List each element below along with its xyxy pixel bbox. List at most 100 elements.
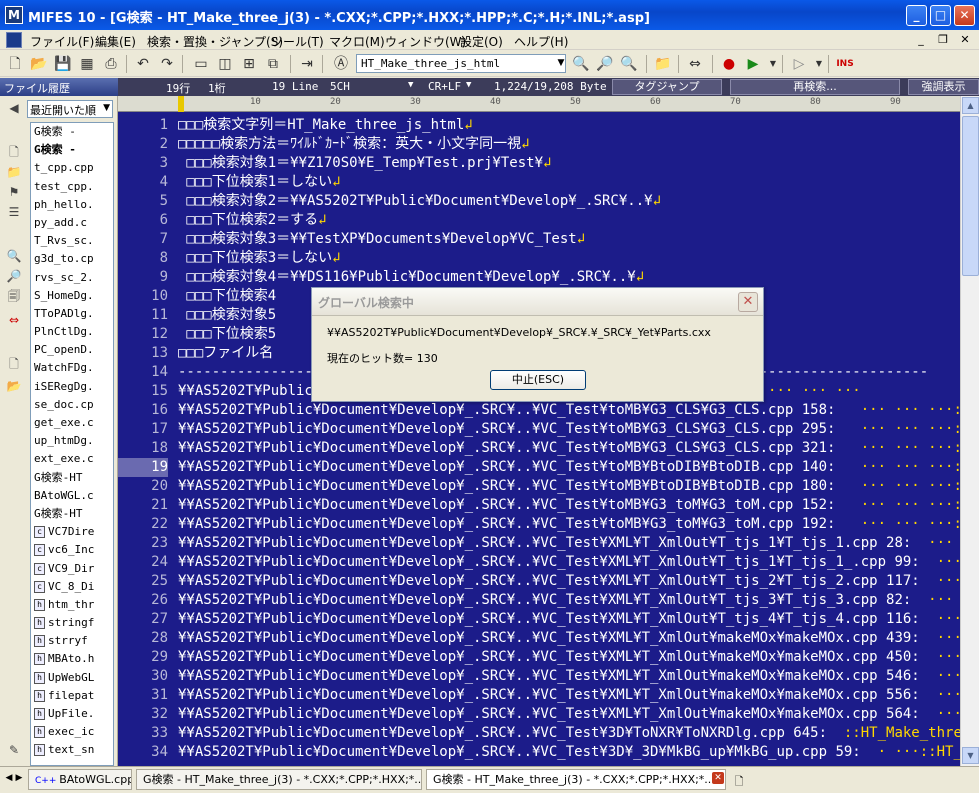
file-history-item[interactable]: get_exe.c (31, 414, 113, 432)
chevron-down-icon[interactable]: ▼ (556, 55, 566, 72)
split-grid-icon[interactable]: ⊞ (240, 55, 258, 73)
compare-icon[interactable]: ⇔ (686, 55, 704, 73)
play-icon[interactable]: ▷ (790, 55, 808, 73)
chevron-down-icon[interactable]: ▼ (466, 80, 471, 90)
research-button[interactable]: 再検索... (730, 79, 900, 95)
compare-icon[interactable]: ⇔ (6, 312, 22, 328)
file-history-item[interactable]: c VC9_Dir (31, 560, 113, 578)
save-all-icon[interactable]: ▦ (78, 55, 96, 73)
chevron-down-icon[interactable]: ▼ (103, 103, 110, 113)
split-vertical-icon[interactable]: ◫ (216, 55, 234, 73)
editor-line[interactable]: ¥¥AS5202T¥Public¥Document¥Develop¥_.SRC¥… (178, 534, 960, 553)
save-icon[interactable]: 💾 (54, 55, 72, 73)
menu-search[interactable]: 検索・置換・ジャンプ(S) (147, 33, 283, 50)
editor-line[interactable]: ¥¥AS5202T¥Public¥Document¥Develop¥_.SRC¥… (178, 648, 960, 667)
stop-button[interactable]: 中止(ESC) (490, 370, 586, 390)
editor-line[interactable]: ¥¥AS5202T¥Public¥Document¥Develop¥_.SRC¥… (178, 401, 960, 420)
chevron-down-icon[interactable]: ▼ (810, 55, 828, 73)
scroll-down-icon[interactable]: ▼ (962, 747, 979, 764)
editor-line[interactable]: ¥¥AS5202T¥Public¥Document¥Develop¥_.SRC¥… (178, 686, 960, 705)
file-history-item[interactable]: test_cpp. (31, 178, 113, 196)
tab-grep-2[interactable]: G検索 - HT_Make_three_j(3) - *.CXX;*.CPP;*… (426, 769, 726, 790)
file-history-item[interactable]: py_add.c (31, 214, 113, 232)
editor-line[interactable]: □□□検索対象2＝¥¥AS5202T¥Public¥Document¥Devel… (178, 192, 960, 211)
close-button[interactable]: ✕ (954, 5, 975, 26)
editor-line[interactable]: □□□下位検索2＝する↲ (178, 211, 960, 230)
text-area[interactable]: □□□検索文字列＝HT_Make_three_js_html↲ □□□□□検索方法… (178, 112, 960, 766)
jump-icon[interactable]: ⇥ (298, 55, 316, 73)
editor-line[interactable]: ¥¥AS5202T¥Public¥Document¥Develop¥_.SRC¥… (178, 496, 960, 515)
insert-mode-icon[interactable]: INS (836, 55, 854, 73)
editor-line[interactable]: ¥¥AS5202T¥Public¥Document¥Develop¥_.SRC¥… (178, 629, 960, 648)
mdi-restore-button[interactable]: ❐ (934, 32, 952, 48)
menu-window[interactable]: ウィンドウ(W) (385, 33, 466, 50)
editor-line[interactable]: ¥¥AS5202T¥Public¥Document¥Develop¥_.SRC¥… (178, 572, 960, 591)
editor-line[interactable]: ¥¥AS5202T¥Public¥Document¥Develop¥_.SRC¥… (178, 477, 960, 496)
cascade-icon[interactable]: ⧉ (264, 55, 282, 73)
sort-order-select[interactable]: 最近開いた順 ▼ (27, 100, 113, 118)
editor-line[interactable]: ¥¥AS5202T¥Public¥Document¥Develop¥_.SRC¥… (178, 591, 960, 610)
search-file-icon[interactable]: 🔎 (6, 268, 22, 284)
editor-line[interactable]: □□□□□検索方法＝ﾜｲﾙﾄﾞｶｰﾄﾞ検索：英大・小文字同一視↲ (178, 135, 960, 154)
editor-line[interactable]: ¥¥AS5202T¥Public¥Document¥Develop¥_.SRC¥… (178, 439, 960, 458)
flag-icon[interactable]: ⚑ (6, 184, 22, 200)
search-combo[interactable]: HT_Make_three_js_html (356, 54, 566, 73)
chevron-down-icon[interactable]: ▼ (764, 55, 782, 73)
file-history-item[interactable]: h htm_thr (31, 596, 113, 614)
menu-edit[interactable]: 編集(E) (95, 33, 136, 50)
editor-line[interactable]: ¥¥AS5202T¥Public¥Document¥Develop¥_.SRC¥… (178, 743, 960, 762)
document-icon[interactable] (6, 32, 22, 48)
menu-macro[interactable]: マクロ(M) (329, 33, 385, 50)
editor-line[interactable]: □□□下位検索1＝しない↲ (178, 173, 960, 192)
editor-line[interactable]: ¥¥AS5202T¥Public¥Document¥Develop¥_.SRC¥… (178, 515, 960, 534)
font-size-icon[interactable]: Ⓐ (332, 55, 350, 73)
folder-icon[interactable]: 📁 (6, 164, 22, 180)
editor-line[interactable]: ¥¥AS5202T¥Public¥Document¥Develop¥_.SRC¥… (178, 724, 960, 743)
editor-line[interactable]: □□□下位検索3＝しない↲ (178, 249, 960, 268)
record-macro-icon[interactable]: ● (720, 55, 738, 73)
menu-settings[interactable]: 設定(O) (460, 33, 503, 50)
editor-line[interactable]: ¥¥AS5202T¥Public¥Document¥Develop¥_.SRC¥… (178, 705, 960, 724)
file-history-item[interactable]: c vc6_Inc (31, 541, 113, 559)
file-history-item[interactable]: g3d_to.cp (31, 250, 113, 268)
editor-line[interactable]: ¥¥AS5202T¥Public¥Document¥Develop¥_.SRC¥… (178, 667, 960, 686)
editor-pane[interactable]: 10 20 30 40 50 60 70 80 90 1 2 3 4 5 6 7 8 9 10 11 12 13 14 15… (118, 96, 960, 766)
file-history-item[interactable]: WatchFDg. (31, 359, 113, 377)
tag-jump-button[interactable]: タグジャンプ (612, 79, 722, 95)
print-icon[interactable]: ⎙ (102, 55, 120, 73)
file-history-item[interactable]: c VC7Dire (31, 523, 113, 541)
tab-next-icon[interactable]: ▶ (14, 773, 24, 783)
maximize-button[interactable]: □ (930, 5, 951, 26)
file-history-item[interactable]: h strryf (31, 632, 113, 650)
file-history-item[interactable]: PlnCtlDg. (31, 323, 113, 341)
file-history-item[interactable]: T_Rvs_sc. (31, 232, 113, 250)
search-prev-icon[interactable]: 🔍 (620, 55, 638, 73)
editor-line[interactable]: ¥¥AS5202T¥Public¥Document¥Develop¥_.SRC¥… (178, 553, 960, 572)
open-folder-icon[interactable]: 📂 (30, 55, 48, 73)
file-history-item[interactable]: h stringf (31, 614, 113, 632)
file-history-item[interactable]: S_HomeDg. (31, 287, 113, 305)
menu-help[interactable]: ヘルプ(H) (514, 33, 568, 50)
search-doc-icon[interactable]: 🗐 (6, 288, 22, 304)
menu-file[interactable]: ファイル(F) (30, 33, 94, 50)
new-doc-icon[interactable]: 🗋 (6, 356, 22, 372)
file-history-item[interactable]: PC_openD. (31, 341, 113, 359)
dialog-close-icon[interactable]: ✕ (738, 292, 758, 312)
search-icon[interactable]: 🔍 (572, 55, 590, 73)
file-history-item[interactable]: G検索 - (31, 123, 113, 141)
menu-tools[interactable]: ツール(T) (271, 33, 324, 50)
open-folder-icon[interactable]: 📂 (6, 378, 22, 394)
file-history-item[interactable]: iSERegDg. (31, 378, 113, 396)
grep-folder-icon[interactable]: 📁 (654, 55, 672, 73)
undo-icon[interactable]: ↶ (134, 55, 152, 73)
file-icon[interactable]: 🗋 (6, 144, 22, 160)
newline-indicator[interactable]: CR+LF (428, 80, 461, 93)
file-history-item[interactable]: h text_sn (31, 741, 113, 759)
highlight-button[interactable]: 強調表示 (908, 79, 979, 95)
file-history-item[interactable]: h UpWebGL (31, 669, 113, 687)
new-file-icon[interactable]: 🗋 (6, 55, 24, 73)
tab-batowgl[interactable]: C++ BAtoWGL.cpp (28, 769, 132, 790)
tab-prev-icon[interactable]: ◀ (4, 773, 14, 783)
editor-line[interactable]: ¥¥AS5202T¥Public¥Document¥Develop¥_.SRC¥… (178, 610, 960, 629)
editor-line[interactable]: □□□検索対象4＝¥¥DS116¥Public¥Document¥Develop… (178, 268, 960, 287)
